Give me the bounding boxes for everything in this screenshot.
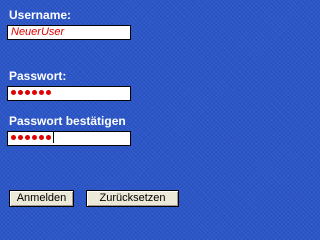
text-caret: [53, 132, 54, 144]
password-dot: [25, 134, 30, 140]
password-dot: [32, 89, 37, 95]
username-label: Username:: [9, 8, 72, 22]
confirm-password-mask: [11, 132, 53, 145]
password-dot: [46, 89, 51, 95]
confirm-password-label: Passwort bestätigen: [9, 114, 126, 128]
password-dot: [11, 89, 16, 95]
password-dot: [11, 134, 16, 140]
password-label: Passwort:: [9, 69, 67, 83]
username-value: NeuerUser: [11, 26, 65, 38]
password-dot: [32, 134, 37, 140]
password-dot: [46, 134, 51, 140]
password-dot: [18, 134, 23, 140]
login-button[interactable]: Anmelden: [9, 190, 74, 207]
password-mask: [11, 87, 53, 100]
confirm-password-input[interactable]: [7, 131, 131, 146]
password-input[interactable]: [7, 86, 131, 101]
reset-button[interactable]: Zurücksetzen: [86, 190, 179, 207]
username-input[interactable]: NeuerUser: [7, 25, 131, 40]
password-dot: [39, 89, 44, 95]
password-dot: [18, 89, 23, 95]
password-dot: [39, 134, 44, 140]
password-dot: [25, 89, 30, 95]
